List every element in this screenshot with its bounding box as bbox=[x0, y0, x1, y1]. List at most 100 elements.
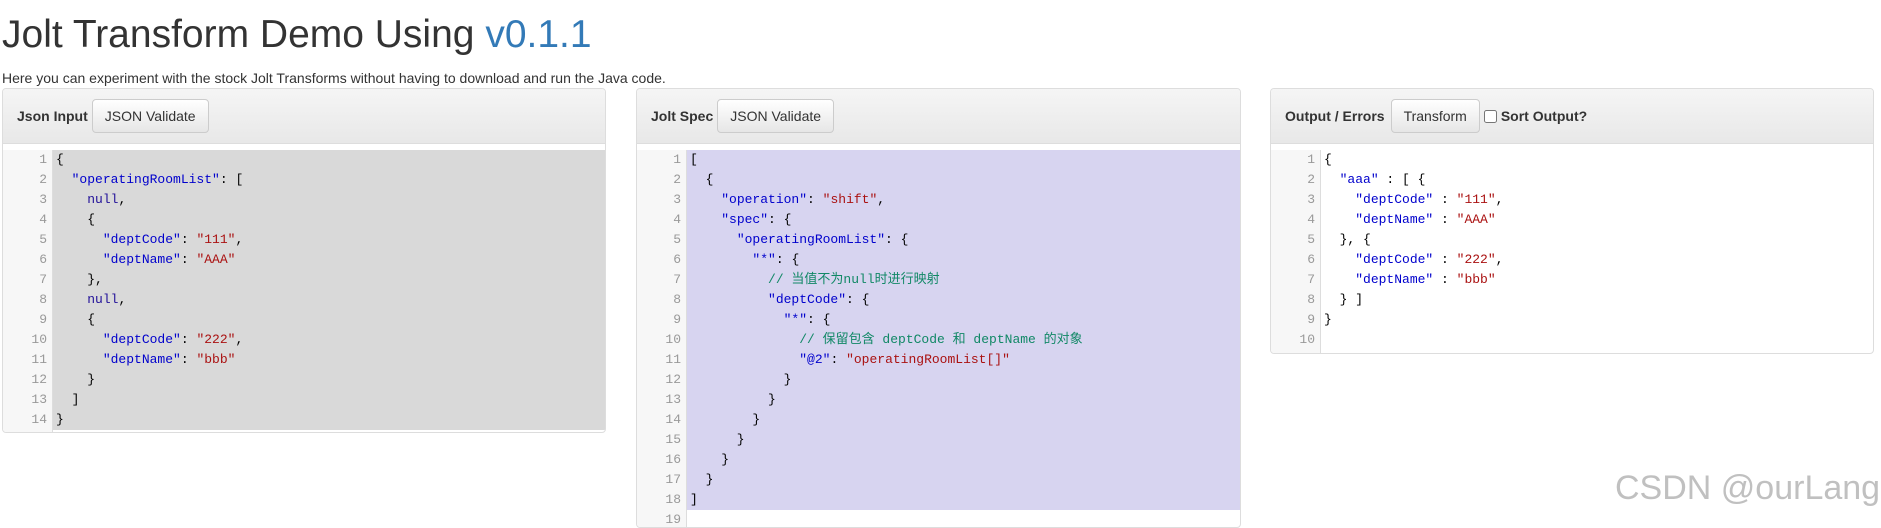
line-number: 8 bbox=[39, 292, 47, 307]
line-number: 3 bbox=[673, 192, 681, 207]
line-number: 13 bbox=[31, 392, 47, 407]
code-line[interactable]: { bbox=[53, 150, 605, 170]
code-line[interactable]: "*": { bbox=[687, 310, 1240, 330]
code-line[interactable]: null, bbox=[53, 290, 605, 310]
output-editor[interactable]: 1 2 3 4 5 6 7 8 9 10 { "aaa" : [ { "deptCode" : "… bbox=[1271, 144, 1873, 353]
code-line[interactable]: "*": { bbox=[687, 250, 1240, 270]
line-number: 10 bbox=[31, 332, 47, 347]
code-line[interactable]: "@2": "operatingRoomList[]" bbox=[687, 350, 1240, 370]
code-line[interactable]: { bbox=[1321, 150, 1873, 170]
jolt-spec-gutter: 1 2 3 4 5 6 7 8 9 10 11 12 13 14 15 16 17 18 19 bbox=[637, 150, 687, 527]
line-number: 3 bbox=[39, 192, 47, 207]
code-line[interactable]: { bbox=[687, 170, 1240, 190]
page-subtitle: Here you can experiment with the stock J… bbox=[2, 70, 666, 86]
code-line[interactable]: "deptCode": "222", bbox=[53, 330, 605, 350]
code-line[interactable]: } bbox=[687, 430, 1240, 450]
line-number: 2 bbox=[673, 172, 681, 187]
code-line[interactable]: }, bbox=[53, 270, 605, 290]
code-line[interactable]: "deptCode": { bbox=[687, 290, 1240, 310]
code-line[interactable]: } ] bbox=[1321, 290, 1873, 310]
json-input-panel-heading: Json Input JSON Validate bbox=[3, 89, 605, 144]
line-number: 2 bbox=[1307, 172, 1315, 187]
json-input-editor[interactable]: 1 2 3 4 5 6 7 8 9 10 11 12 13 14 { "operatingRoomList… bbox=[3, 144, 605, 432]
line-number: 2 bbox=[39, 172, 47, 187]
json-input-label: Json Input bbox=[17, 108, 88, 124]
jolt-spec-editor[interactable]: 1 2 3 4 5 6 7 8 9 10 11 12 13 14 15 16 17 18 19 [ { "opera… bbox=[637, 144, 1240, 527]
code-line[interactable]: ] bbox=[53, 390, 605, 410]
code-line[interactable]: [ bbox=[687, 150, 1240, 170]
code-line[interactable]: "deptName" : "AAA" bbox=[1321, 210, 1873, 230]
line-number: 14 bbox=[665, 412, 681, 427]
code-line[interactable]: "deptCode": "111", bbox=[53, 230, 605, 250]
line-number: 1 bbox=[1307, 152, 1315, 167]
line-number: 10 bbox=[665, 332, 681, 347]
line-number: 9 bbox=[673, 312, 681, 327]
json-input-validate-button[interactable]: JSON Validate bbox=[91, 99, 209, 133]
code-line[interactable]: // 当值不为null时进行映射 bbox=[687, 270, 1240, 290]
output-gutter: 1 2 3 4 5 6 7 8 9 10 bbox=[1271, 150, 1321, 353]
code-line[interactable]: ] bbox=[687, 490, 1240, 510]
code-line[interactable]: null, bbox=[53, 190, 605, 210]
code-line[interactable]: } bbox=[687, 390, 1240, 410]
json-input-code[interactable]: { "operatingRoomList": [ null, { "deptCo… bbox=[53, 150, 605, 432]
code-line[interactable]: "deptName": "bbb" bbox=[53, 350, 605, 370]
code-line[interactable]: } bbox=[687, 370, 1240, 390]
line-number: 5 bbox=[1307, 232, 1315, 247]
line-number: 5 bbox=[39, 232, 47, 247]
code-line[interactable] bbox=[1321, 330, 1873, 350]
code-line[interactable]: } bbox=[687, 410, 1240, 430]
code-line[interactable]: } bbox=[687, 450, 1240, 470]
output-code[interactable]: { "aaa" : [ { "deptCode" : "111", "deptN… bbox=[1321, 150, 1873, 353]
line-number: 6 bbox=[1307, 252, 1315, 267]
line-number: 10 bbox=[1299, 332, 1315, 347]
code-line[interactable]: { bbox=[53, 210, 605, 230]
code-line[interactable]: }, { bbox=[1321, 230, 1873, 250]
code-line[interactable]: "aaa" : [ { bbox=[1321, 170, 1873, 190]
jolt-spec-panel: Jolt Spec JSON Validate 1 2 3 4 5 6 7 8 9 10 11 12 1… bbox=[636, 88, 1241, 528]
code-line[interactable]: "operation": "shift", bbox=[687, 190, 1240, 210]
line-number: 8 bbox=[1307, 292, 1315, 307]
jolt-spec-validate-button[interactable]: JSON Validate bbox=[717, 99, 835, 133]
line-number: 12 bbox=[665, 372, 681, 387]
line-number: 7 bbox=[39, 272, 47, 287]
transform-button[interactable]: Transform bbox=[1390, 99, 1480, 133]
code-line[interactable]: // 保留包含 deptCode 和 deptName 的对象 bbox=[687, 330, 1240, 350]
code-line[interactable]: "deptCode" : "222", bbox=[1321, 250, 1873, 270]
line-number: 7 bbox=[1307, 272, 1315, 287]
line-number: 16 bbox=[665, 452, 681, 467]
sort-output-label: Sort Output? bbox=[1500, 108, 1588, 124]
output-label: Output / Errors bbox=[1285, 108, 1385, 124]
code-line[interactable]: "operatingRoomList": { bbox=[687, 230, 1240, 250]
line-number: 4 bbox=[39, 212, 47, 227]
code-line[interactable]: { bbox=[53, 310, 605, 330]
line-number: 11 bbox=[31, 352, 47, 367]
code-line[interactable]: "deptName" : "bbb" bbox=[1321, 270, 1873, 290]
code-line[interactable]: "spec": { bbox=[687, 210, 1240, 230]
code-line[interactable] bbox=[687, 510, 1240, 527]
code-line[interactable]: } bbox=[687, 470, 1240, 490]
line-number: 4 bbox=[673, 212, 681, 227]
code-line[interactable]: } bbox=[53, 410, 605, 430]
line-number: 4 bbox=[1307, 212, 1315, 227]
page-title: Jolt Transform Demo Using v0.1.1 bbox=[2, 12, 592, 58]
line-number: 6 bbox=[39, 252, 47, 267]
version-link[interactable]: v0.1.1 bbox=[485, 13, 591, 56]
code-line[interactable]: } bbox=[53, 370, 605, 390]
line-number: 13 bbox=[665, 392, 681, 407]
code-line[interactable]: "deptName": "AAA" bbox=[53, 250, 605, 270]
line-number: 6 bbox=[673, 252, 681, 267]
line-number: 19 bbox=[665, 512, 681, 527]
json-input-gutter: 1 2 3 4 5 6 7 8 9 10 11 12 13 14 bbox=[3, 150, 53, 432]
watermark: CSDN @ourLang bbox=[1615, 469, 1881, 507]
code-line[interactable]: "deptCode" : "111", bbox=[1321, 190, 1873, 210]
line-number: 5 bbox=[673, 232, 681, 247]
code-line[interactable]: "operatingRoomList": [ bbox=[53, 170, 605, 190]
code-line[interactable]: } bbox=[1321, 310, 1873, 330]
line-number: 18 bbox=[665, 492, 681, 507]
sort-output-checkbox[interactable] bbox=[1483, 109, 1497, 123]
jolt-spec-label: Jolt Spec bbox=[651, 108, 714, 124]
line-number: 14 bbox=[31, 412, 47, 427]
jolt-spec-code[interactable]: [ { "operation": "shift", "spec": { "ope… bbox=[687, 150, 1240, 527]
line-number: 15 bbox=[665, 432, 681, 447]
title-prefix: Jolt Transform Demo Using bbox=[2, 13, 486, 56]
